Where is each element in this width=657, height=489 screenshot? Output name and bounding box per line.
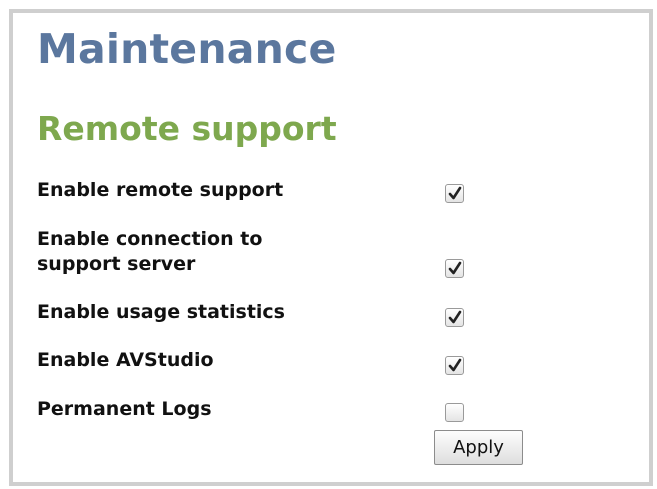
checkmark-icon [448,186,462,200]
label-line-1: Enable connection to [37,228,263,250]
label-enable-avstudio: Enable AVStudio [37,349,214,371]
checkbox-permanent-logs[interactable] [445,403,464,422]
checkbox-enable-usage-statistics[interactable] [445,308,464,327]
apply-button[interactable]: Apply [434,430,523,465]
label-permanent-logs: Permanent Logs [37,398,212,420]
checkmark-icon [448,261,462,275]
checkbox-enable-avstudio[interactable] [445,356,464,375]
page-title: Maintenance [37,25,337,73]
checkmark-icon [448,310,462,324]
label-line-2: support server [37,253,196,275]
checkbox-enable-connection-to-support-server[interactable] [445,259,464,278]
label-enable-usage-statistics: Enable usage statistics [37,301,285,323]
section-title-remote-support: Remote support [37,109,337,148]
label-enable-remote-support: Enable remote support [37,179,284,201]
settings-panel: Maintenance Remote support Enable remote… [9,9,653,486]
checkbox-enable-remote-support[interactable] [445,184,464,203]
label-enable-connection-to-support-server: Enable connection to support server [37,227,367,277]
checkmark-icon [448,358,462,372]
